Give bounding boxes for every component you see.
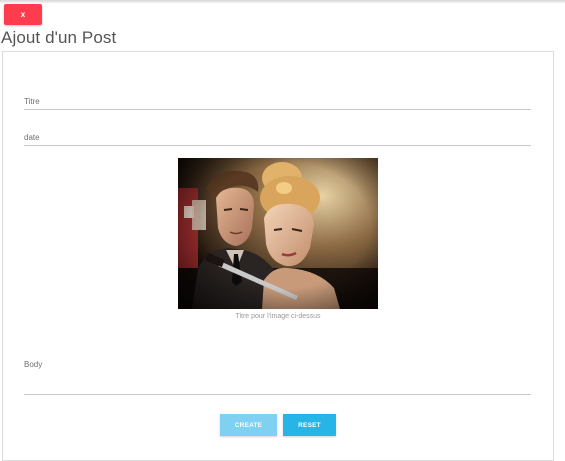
top-bar — [0, 0, 565, 3]
titre-field[interactable] — [24, 91, 531, 110]
date-input[interactable] — [24, 130, 531, 145]
date-field[interactable] — [24, 127, 531, 146]
body-input[interactable] — [24, 360, 531, 392]
titre-input[interactable] — [24, 94, 531, 109]
page-title: Ajout d'un Post — [1, 28, 117, 47]
close-button[interactable]: x — [4, 4, 42, 25]
body-field[interactable] — [24, 360, 531, 395]
image-caption: Titre pour l'image ci-dessus — [235, 313, 321, 320]
post-image — [178, 158, 378, 309]
reset-button[interactable]: RESET — [283, 414, 336, 436]
create-button[interactable]: CREATE — [220, 414, 277, 436]
close-icon: x — [20, 10, 26, 19]
